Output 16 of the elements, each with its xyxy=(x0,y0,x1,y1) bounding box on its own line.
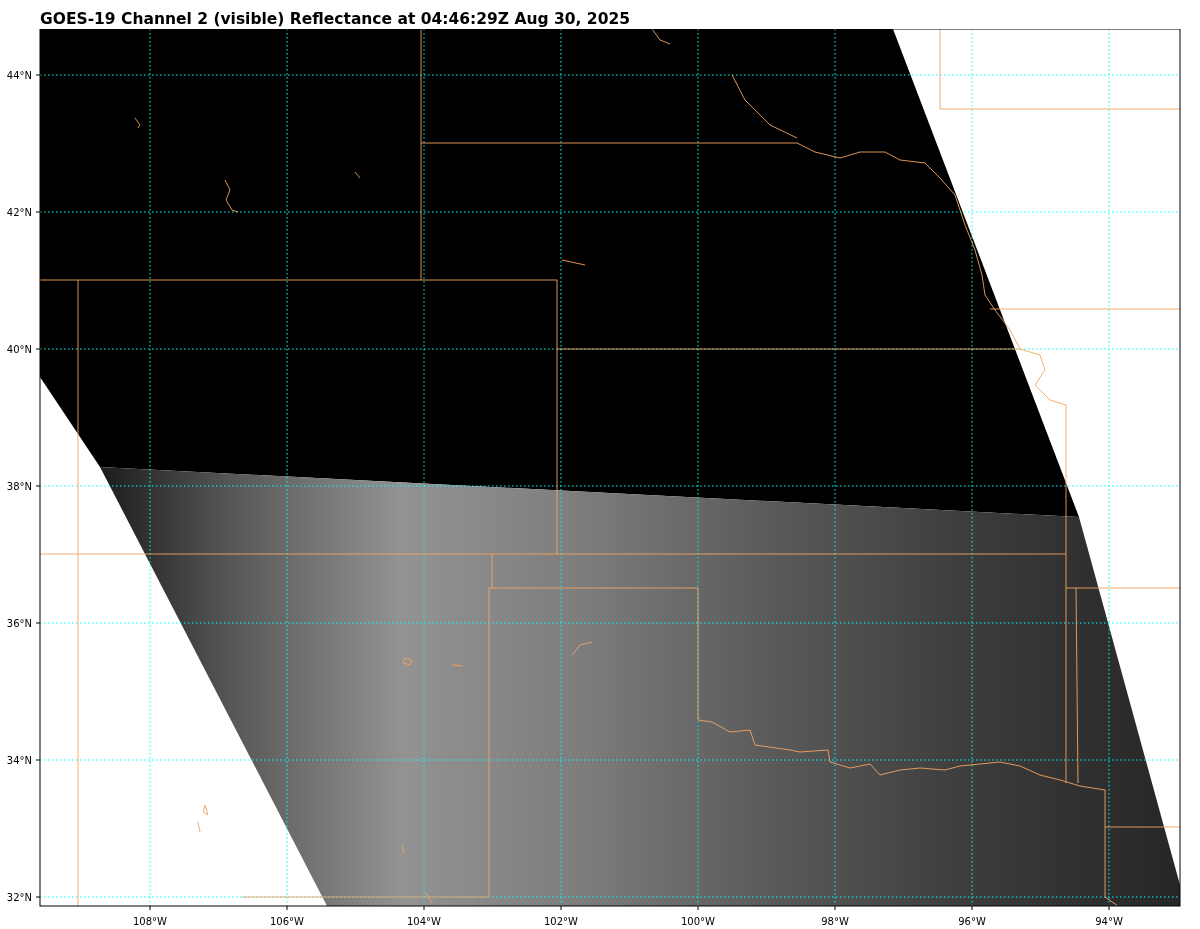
latitude-label: 36°N xyxy=(6,618,32,629)
longitude-label: 96°W xyxy=(958,916,986,927)
latitude-label: 40°N xyxy=(6,344,32,355)
longitude-label: 104°W xyxy=(407,916,441,927)
latitude-label: 42°N xyxy=(6,207,32,218)
longitude-label: 100°W xyxy=(681,916,715,927)
longitude-label: 106°W xyxy=(270,916,304,927)
latitude-label: 32°N xyxy=(6,892,32,903)
longitude-label: 94°W xyxy=(1095,916,1123,927)
latitude-label: 34°N xyxy=(6,755,32,766)
chart-title: GOES-19 Channel 2 (visible) Reflectance at 04:46:29Z Aug 30, 2025 xyxy=(39,9,631,29)
latitude-label: 44°N xyxy=(6,70,32,81)
latitude-label: 38°N xyxy=(6,481,32,492)
longitude-label: 98°W xyxy=(821,916,849,927)
longitude-label: 108°W xyxy=(133,916,167,927)
longitude-label: 102°W xyxy=(544,916,578,927)
